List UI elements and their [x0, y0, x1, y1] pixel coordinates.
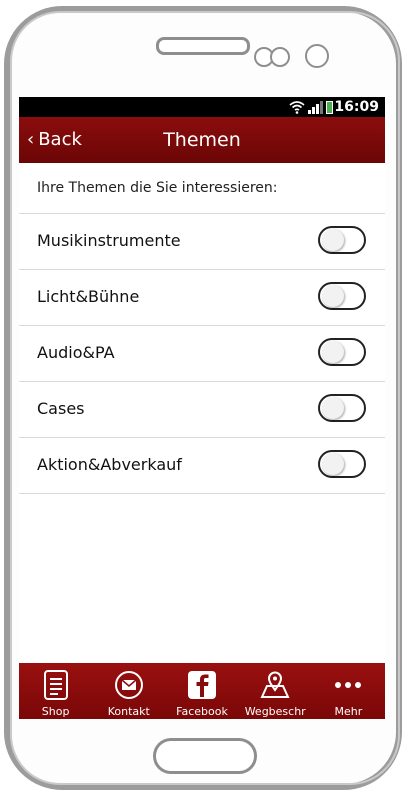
toggle-knob [322, 453, 344, 475]
toggle-knob [322, 285, 344, 307]
map-pin-icon [259, 669, 291, 701]
toggle-knob [322, 229, 344, 251]
topic-label: Aktion&Abverkauf [37, 455, 182, 474]
tab-label: Shop [41, 705, 70, 718]
topic-label: Licht&Bühne [37, 287, 140, 306]
topic-label: Audio&PA [37, 343, 115, 362]
topic-label: Cases [37, 399, 85, 418]
mail-icon [114, 669, 144, 701]
topic-row-musikinstrumente: Musikinstrumente [19, 214, 385, 270]
battery-icon [326, 101, 333, 114]
tab-label: Facebook [176, 705, 228, 718]
status-icons [289, 100, 333, 114]
page-title: Themen [163, 129, 241, 151]
tab-kontakt[interactable]: Kontakt [92, 663, 165, 719]
front-camera [305, 44, 329, 68]
topic-row-cases: Cases [19, 382, 385, 438]
topic-toggle-aktion-abverkauf[interactable] [318, 450, 366, 478]
tab-label: Kontakt [107, 705, 150, 718]
topic-toggle-licht-buehne[interactable] [318, 282, 366, 310]
tab-mehr[interactable]: Mehr [312, 663, 385, 719]
more-icon [332, 669, 364, 701]
topic-row-audio-pa: Audio&PA [19, 326, 385, 382]
status-time: 16:09 [334, 99, 379, 115]
topics-list: Ihre Themen die Sie interessieren: Musik… [19, 163, 385, 494]
tab-label: Mehr [334, 705, 363, 718]
topic-toggle-musikinstrumente[interactable] [318, 226, 366, 254]
home-button[interactable] [153, 738, 257, 774]
toggle-knob [322, 397, 344, 419]
signal-icon [308, 101, 323, 114]
speaker-grille [156, 37, 250, 55]
tab-label: Wegbeschr [244, 705, 306, 718]
bottom-tab-bar: Shop Kontakt Facebook Wegbeschr Mehr [19, 663, 385, 719]
app-screen: 16:09 ‹ Back Themen Ihre Themen die Sie … [19, 97, 385, 719]
sensor-right [270, 47, 290, 67]
status-bar: 16:09 [19, 97, 385, 117]
tab-wegbeschreibung[interactable]: Wegbeschr [239, 663, 312, 719]
toggle-knob [322, 341, 344, 363]
facebook-icon [187, 669, 217, 701]
app-header: ‹ Back Themen [19, 117, 385, 163]
tab-shop[interactable]: Shop [19, 663, 92, 719]
topic-label: Musikinstrumente [37, 231, 181, 250]
intro-text: Ihre Themen die Sie interessieren: [19, 163, 385, 214]
tab-facebook[interactable]: Facebook [165, 663, 238, 719]
topic-toggle-audio-pa[interactable] [318, 338, 366, 366]
topic-row-aktion-abverkauf: Aktion&Abverkauf [19, 438, 385, 494]
document-icon [43, 669, 69, 701]
wifi-icon [289, 101, 305, 114]
topic-row-licht-buehne: Licht&Bühne [19, 270, 385, 326]
topic-toggle-cases[interactable] [318, 394, 366, 422]
